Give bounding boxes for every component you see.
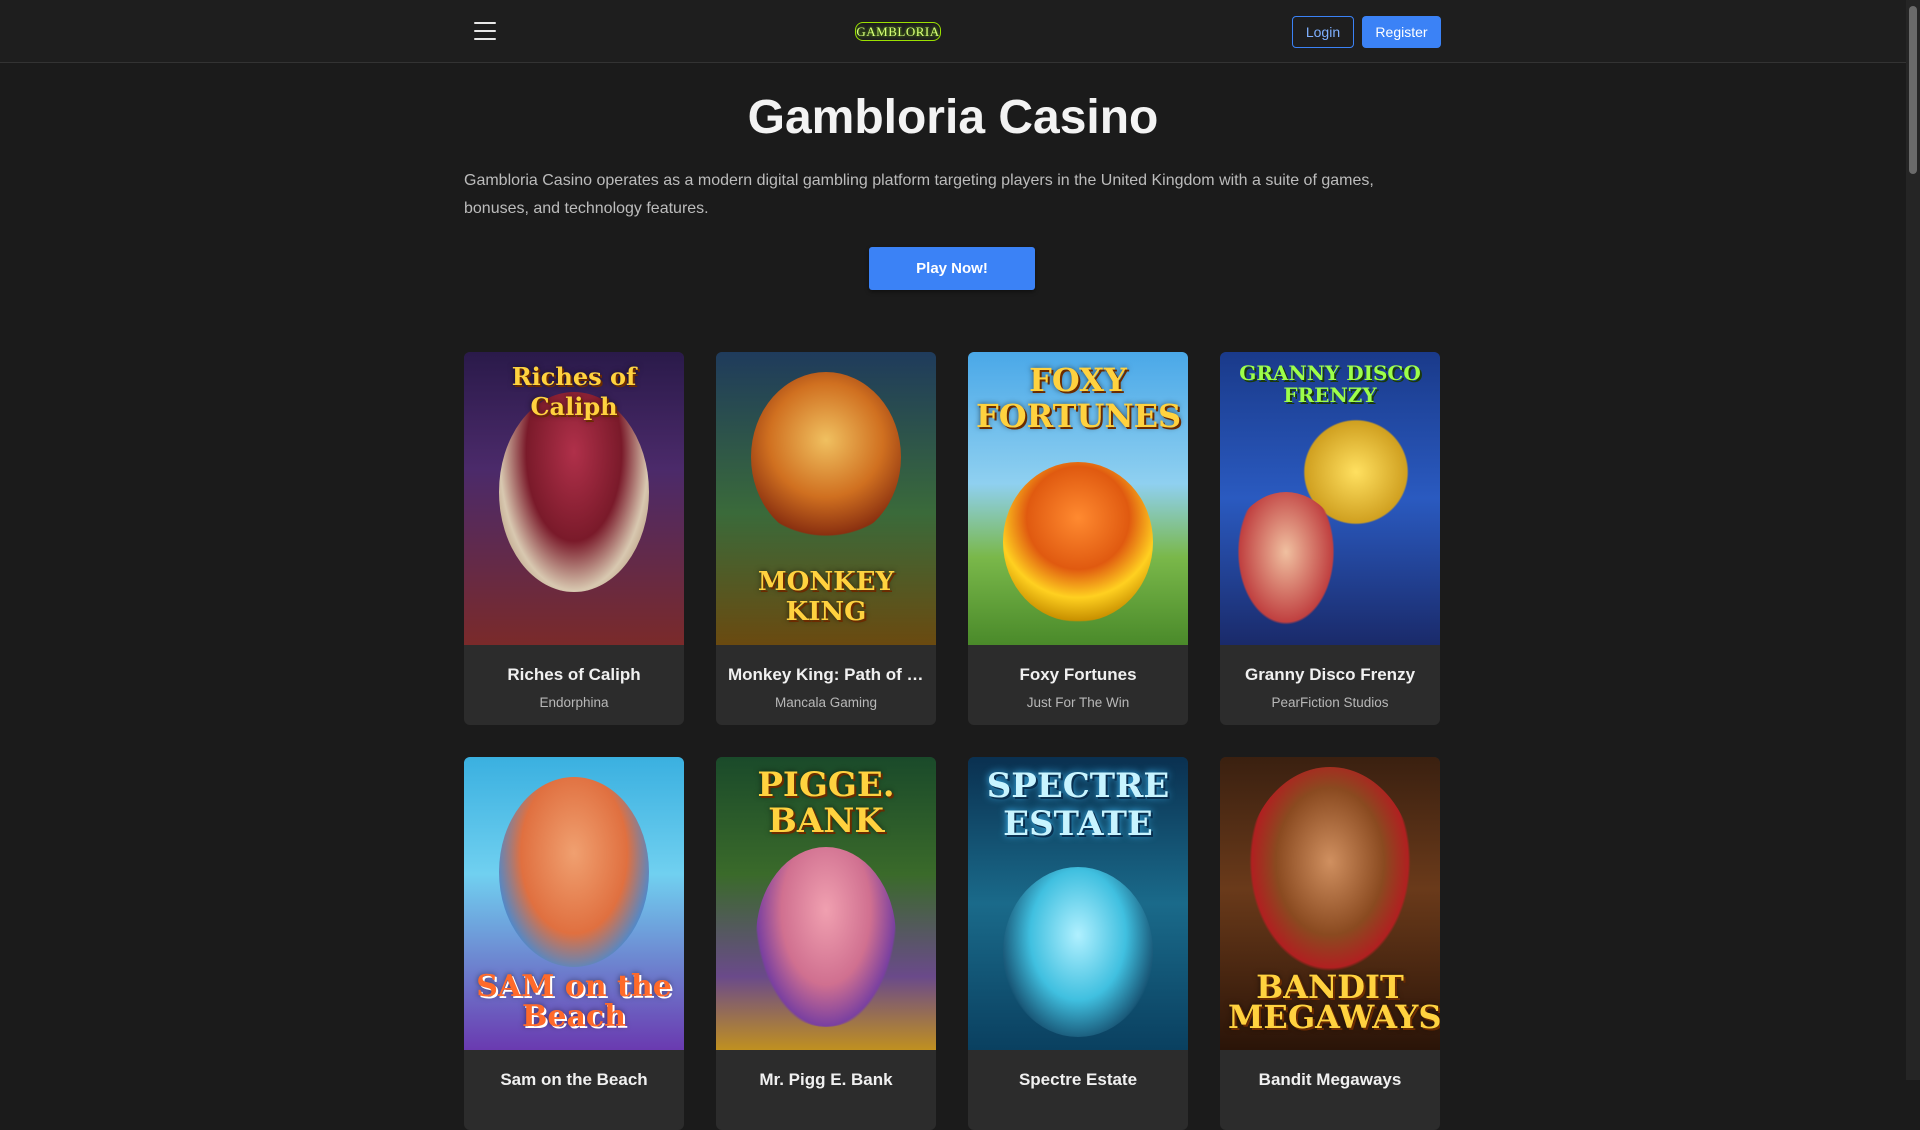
game-provider: Just For The Win (1026, 695, 1130, 710)
game-grid: Riches of Caliph Riches of Caliph Endorp… (464, 352, 1442, 1130)
game-title: Spectre Estate (1018, 1070, 1138, 1089)
game-provider: Mancala Gaming (774, 695, 878, 710)
login-button[interactable]: Login (1292, 16, 1354, 48)
page-scrollbar[interactable] (1906, 0, 1920, 1080)
game-title: Foxy Fortunes (1019, 665, 1137, 684)
game-title: Granny Disco Frenzy (1244, 665, 1416, 684)
game-card[interactable]: MONKEY KING Monkey King: Path of Treasur… (716, 352, 936, 725)
game-card[interactable]: GRANNY DISCO FRENZY Granny Disco Frenzy … (1220, 352, 1440, 725)
game-thumbnail[interactable]: SAM on the Beach (464, 757, 684, 1050)
game-art-title: SAM on the Beach (476, 969, 672, 1034)
game-title: Monkey King: Path of Treasure (728, 665, 936, 684)
game-card[interactable]: SAM on the Beach Sam on the Beach (464, 757, 684, 1130)
game-title: Riches of Caliph (507, 665, 641, 684)
game-provider: Endorphina (539, 695, 609, 710)
game-card[interactable]: BANDIT MEGAWAYS Bandit Megaways (1220, 757, 1440, 1130)
game-card[interactable]: FOXY FORTUNES Foxy Fortunes Just For The… (968, 352, 1188, 725)
play-now-button[interactable]: Play Now! (869, 247, 1035, 290)
top-header: GAMBLORIA Login Register (0, 0, 1906, 63)
game-thumbnail[interactable]: FOXY FORTUNES (968, 352, 1188, 645)
game-title: Mr. Pigg E. Bank (759, 1070, 893, 1089)
game-art-title: SPECTRE ESTATE (986, 766, 1170, 844)
game-art-title: MONKEY KING (757, 567, 895, 627)
register-button[interactable]: Register (1362, 16, 1441, 48)
game-thumbnail[interactable]: MONKEY KING (716, 352, 936, 645)
page-description: Gambloria Casino operates as a modern di… (464, 172, 1374, 217)
game-thumbnail[interactable]: BANDIT MEGAWAYS (1220, 757, 1440, 1050)
game-card[interactable]: Riches of Caliph Riches of Caliph Endorp… (464, 352, 684, 725)
hamburger-menu-icon[interactable] (474, 22, 496, 40)
game-title: Sam on the Beach (500, 1070, 648, 1089)
game-provider: PearFiction Studios (1271, 695, 1389, 710)
game-thumbnail[interactable]: SPECTRE ESTATE (968, 757, 1188, 1050)
game-thumbnail[interactable]: GRANNY DISCO FRENZY (1220, 352, 1440, 645)
game-art-title: Riches of Caliph (511, 362, 637, 421)
game-card[interactable]: PIGGE. BANK Mr. Pigg E. Bank (716, 757, 936, 1130)
game-art-title: FOXY FORTUNES (976, 361, 1182, 435)
game-thumbnail[interactable]: PIGGE. BANK (716, 757, 936, 1050)
game-title: Bandit Megaways (1258, 1070, 1402, 1089)
scrollbar-thumb[interactable] (1909, 6, 1917, 174)
game-art-title: BANDIT MEGAWAYS (1228, 968, 1440, 1036)
site-logo[interactable]: GAMBLORIA (855, 22, 941, 41)
game-card[interactable]: SPECTRE ESTATE Spectre Estate (968, 757, 1188, 1130)
page-title: Gambloria Casino (747, 91, 1159, 144)
game-art-title: PIGGE. BANK (757, 765, 895, 841)
game-thumbnail[interactable]: Riches of Caliph (464, 352, 684, 645)
game-art-title: GRANNY DISCO FRENZY (1239, 361, 1421, 407)
